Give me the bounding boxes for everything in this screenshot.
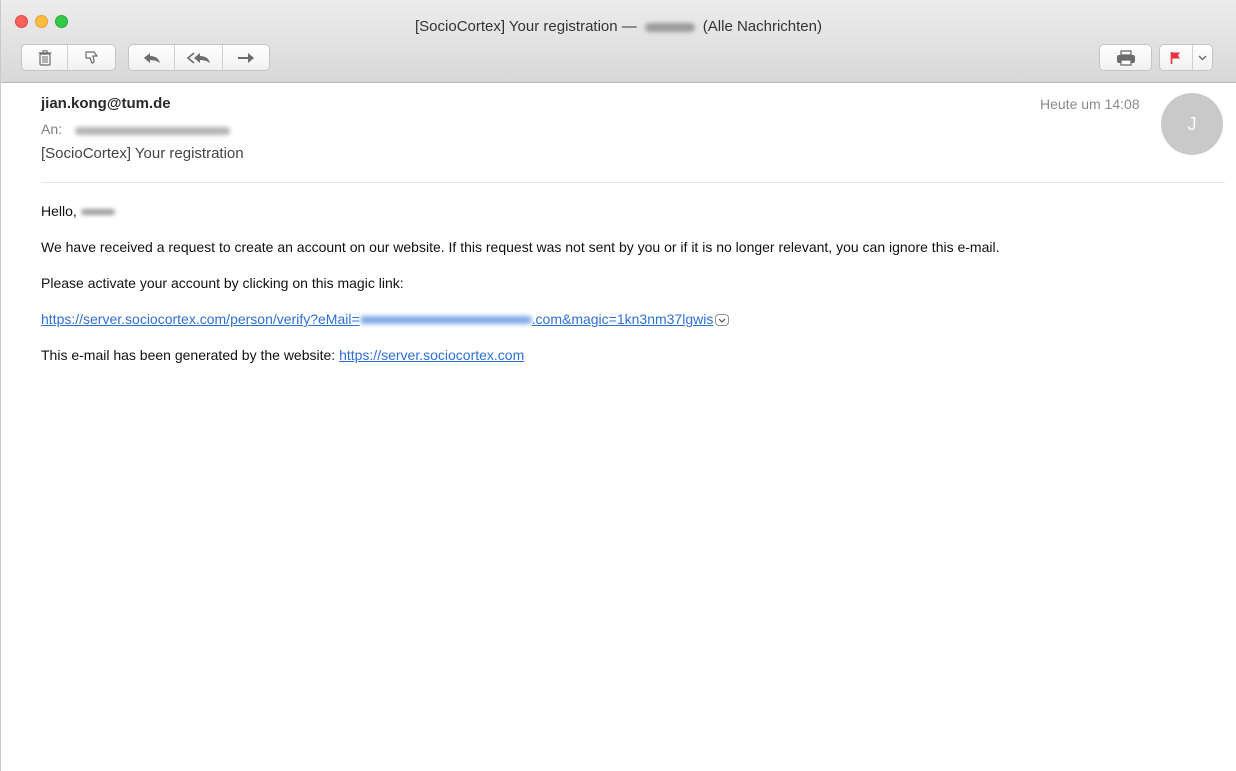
forward-button[interactable]: [223, 45, 269, 70]
flag-group: [1159, 44, 1213, 71]
reply-all-icon: [186, 51, 210, 64]
window-title-suffix: (Alle Nachrichten): [702, 18, 822, 35]
greeting-line: Hello,: [41, 203, 115, 219]
paragraph-2: Please activate your account by clicking…: [41, 275, 404, 291]
avatar-initial: J: [1187, 113, 1197, 134]
greeting: Hello,: [41, 203, 77, 219]
print-icon: [1116, 49, 1135, 66]
recipient-label: An:: [41, 121, 63, 137]
reply-button[interactable]: [129, 45, 176, 70]
print-button[interactable]: [1100, 45, 1151, 70]
header-divider: [41, 182, 1225, 183]
title-bar: [SocioCortex] Your registration — (Alle N…: [1, 0, 1236, 83]
magic-link-prefix: https://server.sociocortex.com/person/ve…: [41, 311, 360, 327]
magic-link[interactable]: https://server.sociocortex.com/person/ve…: [41, 311, 713, 327]
window-title: [SocioCortex] Your registration — (Alle N…: [1, 18, 1236, 36]
message-subject: [SocioCortex] Your registration: [41, 145, 244, 162]
delete-junk-group: [21, 44, 116, 71]
forward-icon: [237, 52, 254, 63]
paragraph-1: We have received a request to create an …: [41, 239, 1000, 255]
redacted-email: [359, 316, 532, 325]
chevron-down-icon: [1198, 55, 1207, 60]
redacted-recipient: [75, 127, 230, 135]
redacted-name: [644, 22, 695, 32]
website-link[interactable]: https://server.sociocortex.com: [339, 347, 524, 363]
print-group: [1099, 44, 1152, 71]
reply-icon: [143, 52, 160, 63]
mail-window: [SocioCortex] Your registration — (Alle N…: [0, 0, 1236, 771]
chevron-down-icon: [718, 318, 726, 323]
expand-link-button[interactable]: [715, 314, 730, 327]
reply-group: [128, 44, 270, 71]
message-date: Heute um 14:08: [1040, 96, 1140, 112]
generated-by-text: This e-mail has been generated by the we…: [41, 347, 336, 363]
junk-icon: [84, 50, 98, 64]
flag-icon: [1170, 51, 1180, 64]
magic-link-suffix: .com&magic=1kn3nm37lgwis: [531, 311, 714, 327]
reply-all-button[interactable]: [175, 45, 223, 70]
paragraph-3: This e-mail has been generated by the we…: [41, 347, 524, 363]
window-title-prefix: [SocioCortex] Your registration —: [415, 18, 637, 35]
flag-menu-button[interactable]: [1193, 45, 1212, 70]
sender-address[interactable]: jian.kong@tum.de: [41, 95, 171, 112]
delete-button[interactable]: [22, 45, 69, 70]
flag-button[interactable]: [1160, 45, 1193, 70]
redacted-name: [80, 209, 115, 216]
message-header: jian.kong@tum.de An: [SocioCortex] Your …: [1, 83, 1236, 183]
trash-icon: [38, 49, 51, 66]
junk-button[interactable]: [68, 45, 115, 70]
magic-link-line: https://server.sociocortex.com/person/ve…: [41, 311, 730, 327]
avatar: J: [1161, 93, 1223, 155]
